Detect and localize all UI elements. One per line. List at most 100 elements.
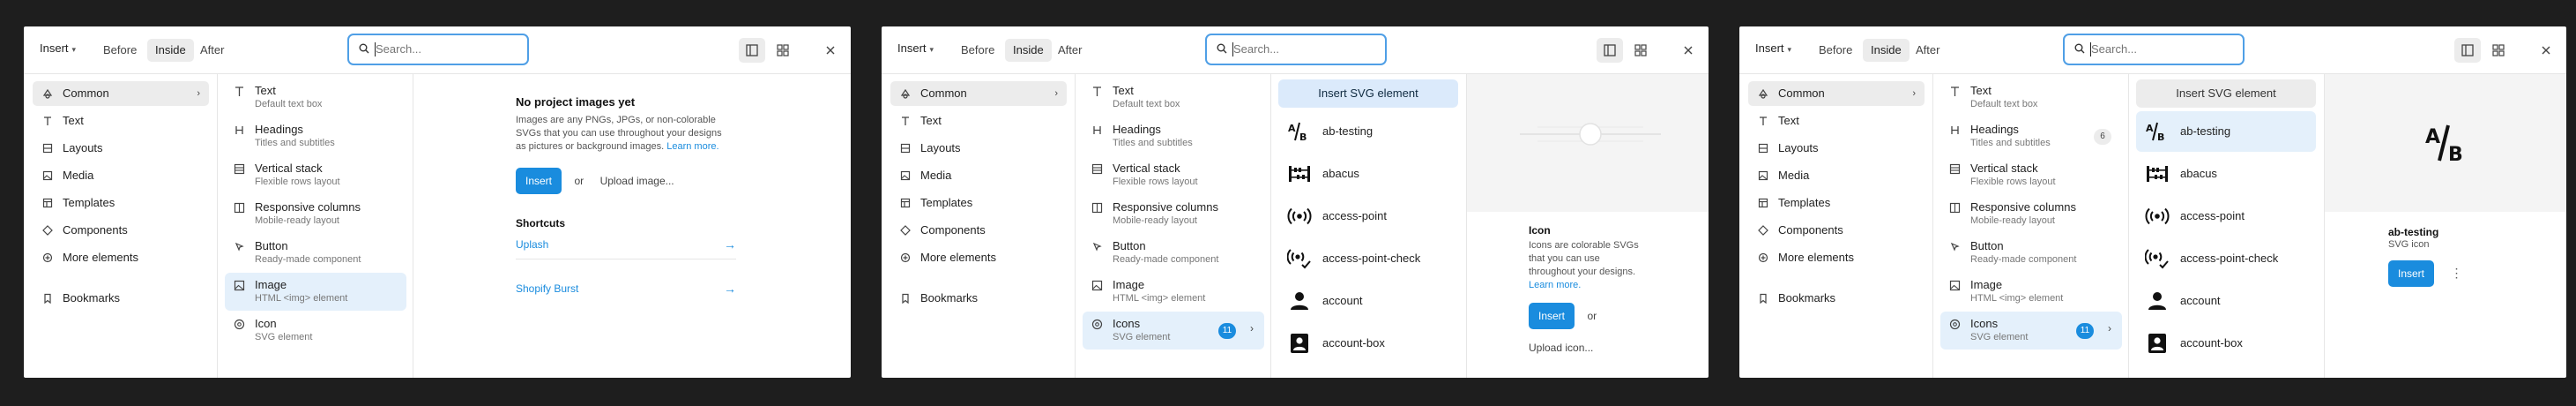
grid-view-button[interactable]	[770, 38, 796, 63]
more-elements-icon	[42, 252, 53, 263]
upload-image-link[interactable]: Upload image...	[600, 175, 674, 187]
category-components[interactable]: Components	[890, 218, 1067, 243]
icon-account-box[interactable]: account-box	[1278, 323, 1458, 364]
insert-svg-element-button[interactable]: Insert SVG element	[2136, 79, 2316, 108]
category-layouts[interactable]: Layouts	[1748, 136, 1925, 161]
icon-ab-testing[interactable]: A Bab-testing	[2136, 111, 2316, 152]
category-media[interactable]: Media	[1748, 163, 1925, 188]
inside-tab[interactable]: Inside	[1005, 39, 1052, 62]
category-templates[interactable]: Templates	[33, 191, 209, 215]
insert-button[interactable]: Insert	[1529, 303, 1575, 329]
element-icon[interactable]: Icon SVG element	[225, 312, 406, 350]
category-text[interactable]: Text	[890, 109, 1067, 133]
category-layouts[interactable]: Layouts	[890, 136, 1067, 161]
search-input[interactable]	[2091, 42, 2232, 56]
element-headings[interactable]: Headings Titles and subtitles	[225, 117, 406, 155]
element-image[interactable]: Image HTML <img> element	[1940, 273, 2122, 311]
category-common[interactable]: Common ›	[33, 81, 209, 106]
close-button[interactable]	[822, 41, 839, 59]
category-components[interactable]: Components	[1748, 218, 1925, 243]
category-media[interactable]: Media	[33, 163, 209, 188]
search-field[interactable]	[1205, 34, 1387, 65]
element-button[interactable]: Button Ready-made component	[1083, 234, 1264, 272]
category-more-elements[interactable]: More elements	[33, 245, 209, 270]
icon-access-point[interactable]: access-point	[1278, 196, 1458, 237]
element-responsive-columns[interactable]: Responsive columns Mobile-ready layout	[1083, 195, 1264, 233]
before-tab[interactable]: Before	[1819, 39, 1852, 62]
element-responsive-columns[interactable]: Responsive columns Mobile-ready layout	[1940, 195, 2122, 233]
element-button[interactable]: Button Ready-made component	[1940, 234, 2122, 272]
svg-text:B: B	[1299, 132, 1307, 142]
after-tab[interactable]: After	[200, 39, 224, 62]
element-vertical-stack[interactable]: Vertical stack Flexible rows layout	[225, 156, 406, 194]
insert-dropdown[interactable]: Insert ▾	[1755, 41, 1791, 55]
learn-more-link[interactable]: Learn more.	[1529, 280, 1581, 290]
category-templates[interactable]: Templates	[890, 191, 1067, 215]
icon-account[interactable]: account	[2136, 281, 2316, 321]
category-media[interactable]: Media	[890, 163, 1067, 188]
category-bookmarks[interactable]: Bookmarks	[1748, 286, 1925, 311]
insert-dropdown[interactable]: Insert ▾	[40, 41, 76, 55]
insert-button[interactable]: Insert	[516, 168, 562, 194]
element-button[interactable]: Button Ready-made component	[225, 234, 406, 272]
insert-button[interactable]: Insert	[2388, 260, 2435, 287]
element-responsive-columns[interactable]: Responsive columns Mobile-ready layout	[225, 195, 406, 233]
insert-dropdown[interactable]: Insert ▾	[897, 41, 934, 55]
element-text[interactable]: Text Default text box	[225, 79, 406, 117]
search-field[interactable]	[2063, 34, 2245, 65]
element-icons[interactable]: Icons SVG element 11 ›	[1940, 312, 2122, 350]
icon-access-point-check[interactable]: access-point-check	[2136, 238, 2316, 279]
element-icons[interactable]: Icons SVG element 11 ›	[1083, 312, 1264, 350]
icon-account[interactable]: account	[1278, 281, 1458, 321]
search-field[interactable]	[347, 34, 529, 65]
after-tab[interactable]: After	[1916, 39, 1939, 62]
icon-account-box[interactable]: account-box	[2136, 323, 2316, 364]
category-more-elements[interactable]: More elements	[890, 245, 1067, 270]
icon-ab-testing[interactable]: A Bab-testing	[1278, 111, 1458, 152]
shortcut-unsplash[interactable]: Uplash →	[516, 229, 736, 259]
insert-svg-element-button[interactable]: Insert SVG element	[1278, 79, 1458, 108]
category-components[interactable]: Components	[33, 218, 209, 243]
category-text[interactable]: Text	[1748, 109, 1925, 133]
category-text[interactable]: Text	[33, 109, 209, 133]
inside-tab[interactable]: Inside	[147, 39, 194, 62]
before-tab[interactable]: Before	[961, 39, 994, 62]
category-layouts[interactable]: Layouts	[33, 136, 209, 161]
element-image[interactable]: Image HTML <img> element	[225, 273, 406, 311]
layout-view-button[interactable]	[1597, 38, 1623, 63]
category-bookmarks[interactable]: Bookmarks	[33, 286, 209, 311]
category-more-elements[interactable]: More elements	[1748, 245, 1925, 270]
learn-more-link[interactable]: Learn more.	[666, 141, 718, 152]
before-tab[interactable]: Before	[103, 39, 137, 62]
close-icon	[2542, 46, 2550, 55]
element-image[interactable]: Image HTML <img> element	[1083, 273, 1264, 311]
category-common[interactable]: Common ›	[890, 81, 1067, 106]
category-templates[interactable]: Templates	[1748, 191, 1925, 215]
grid-view-button[interactable]	[2485, 38, 2512, 63]
icon-access-point[interactable]: access-point	[2136, 196, 2316, 237]
after-tab[interactable]: After	[1058, 39, 1082, 62]
inside-tab[interactable]: Inside	[1863, 39, 1910, 62]
element-vertical-stack[interactable]: Vertical stack Flexible rows layout	[1940, 156, 2122, 194]
element-headings[interactable]: Headings Titles and subtitles	[1083, 117, 1264, 155]
close-button[interactable]	[2537, 41, 2555, 59]
category-bookmarks[interactable]: Bookmarks	[890, 286, 1067, 311]
category-common[interactable]: Common ›	[1748, 81, 1925, 106]
search-input[interactable]	[1233, 42, 1374, 56]
layout-view-button[interactable]	[739, 38, 765, 63]
image-icon	[1949, 280, 1961, 291]
element-vertical-stack[interactable]: Vertical stack Flexible rows layout	[1083, 156, 1264, 194]
icon-access-point-check[interactable]: access-point-check	[1278, 238, 1458, 279]
element-text[interactable]: Text Default text box	[1083, 79, 1264, 117]
search-input[interactable]	[376, 42, 517, 56]
element-text[interactable]: Text Default text box	[1940, 79, 2122, 117]
close-button[interactable]	[1679, 41, 1697, 59]
icon-abacus[interactable]: abacus	[2136, 154, 2316, 194]
layout-view-button[interactable]	[2454, 38, 2481, 63]
element-headings[interactable]: Headings Titles and subtitles 6	[1940, 117, 2122, 155]
grid-view-button[interactable]	[1627, 38, 1654, 63]
more-options-icon[interactable]: ⋮	[2450, 266, 2462, 280]
shortcut-shopify-burst[interactable]: Shopify Burst →	[516, 274, 736, 304]
icon-abacus[interactable]: abacus	[1278, 154, 1458, 194]
upload-icon-link[interactable]: Upload icon...	[1529, 342, 1705, 354]
